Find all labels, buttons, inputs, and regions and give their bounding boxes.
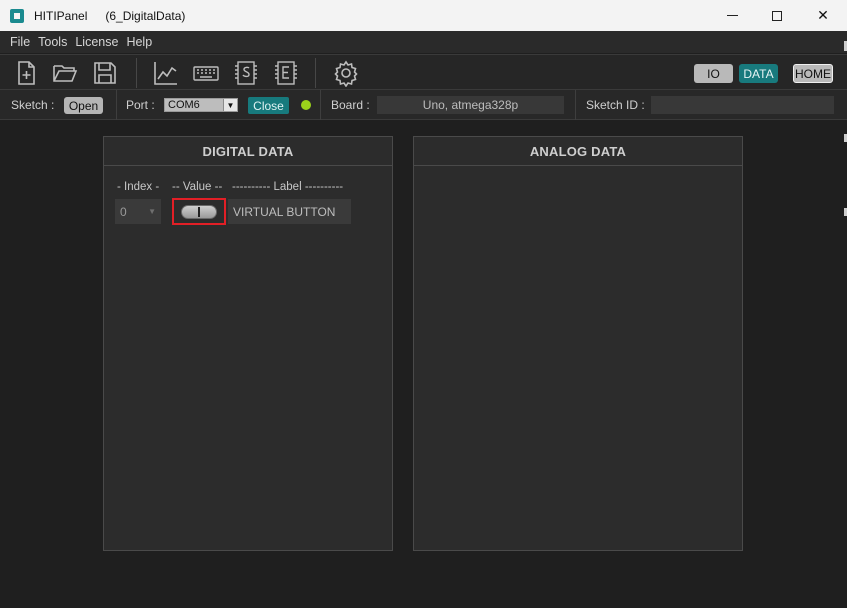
menu-help[interactable]: Help <box>126 35 152 49</box>
sketch-id-label: Sketch ID : <box>586 98 645 112</box>
maximize-button[interactable] <box>754 0 800 31</box>
close-port-button[interactable]: Close <box>248 97 289 114</box>
status-separator <box>116 90 117 120</box>
gear-icon[interactable] <box>332 59 360 88</box>
chevron-down-icon: ▼ <box>223 99 237 111</box>
sketch-e-icon[interactable] <box>272 59 300 87</box>
sketch-id-field <box>651 96 834 114</box>
menu-bar: File Tools License Help <box>0 31 847 53</box>
port-select[interactable]: COM6 ▼ <box>164 98 238 112</box>
value-column-header: -- Value -- <box>172 181 223 193</box>
port-label: Port : <box>126 98 155 112</box>
index-value: 0 <box>120 204 127 219</box>
toolbar: IO DATA HOME <box>0 54 847 90</box>
minimize-button[interactable] <box>709 0 755 31</box>
status-separator <box>320 90 321 120</box>
chart-icon[interactable] <box>152 59 180 87</box>
analog-data-panel: ANALOG DATA <box>413 136 743 551</box>
keyboard-icon[interactable] <box>192 59 220 87</box>
toolbar-separator <box>136 58 137 88</box>
home-button[interactable]: HOME <box>793 64 833 83</box>
value-cell-highlight <box>172 198 226 225</box>
close-window-button[interactable]: ✕ <box>800 0 846 31</box>
title-bar: HITIPanel (6_DigitalData) ✕ <box>0 0 847 31</box>
maximize-icon <box>772 10 782 21</box>
board-field: Uno, atmega328p <box>377 96 564 114</box>
sketch-label: Sketch : <box>11 98 55 112</box>
digital-data-panel: DIGITAL DATA - Index - -- Value -- -----… <box>103 136 393 551</box>
connection-bar: Sketch : Open Port : COM6 ▼ Close Board … <box>0 90 847 120</box>
menu-file[interactable]: File <box>10 35 30 49</box>
index-column-header: - Index - <box>117 181 160 193</box>
save-icon[interactable] <box>91 59 119 87</box>
minimize-icon <box>726 15 738 16</box>
menu-tools[interactable]: Tools <box>38 35 67 49</box>
sketch-s-icon[interactable] <box>232 59 260 87</box>
io-button[interactable]: IO <box>694 64 733 83</box>
analog-data-title: ANALOG DATA <box>414 137 742 166</box>
toolbar-separator <box>315 58 316 88</box>
connection-led <box>301 100 311 110</box>
index-select[interactable]: 0 ▼ <box>115 199 161 224</box>
toggle-grip-icon <box>198 206 200 217</box>
port-value: COM6 <box>168 99 200 111</box>
new-file-icon[interactable] <box>12 59 40 87</box>
data-button[interactable]: DATA <box>739 64 778 83</box>
close-icon: ✕ <box>817 7 829 23</box>
label-field: VIRTUAL BUTTON <box>228 199 351 224</box>
open-sketch-button[interactable]: Open <box>64 97 103 114</box>
window-app-name: HITIPanel <box>34 8 88 23</box>
open-folder-icon[interactable] <box>51 59 79 87</box>
menu-license[interactable]: License <box>75 35 118 49</box>
virtual-button-toggle[interactable] <box>181 204 217 219</box>
status-separator <box>575 90 576 120</box>
chevron-down-icon: ▼ <box>148 207 156 216</box>
window-document-name: (6_DigitalData) <box>105 8 186 23</box>
label-column-header: ---------- Label ---------- <box>232 181 344 193</box>
digital-data-title: DIGITAL DATA <box>104 137 392 166</box>
board-label: Board : <box>331 98 370 112</box>
app-icon <box>10 8 24 23</box>
